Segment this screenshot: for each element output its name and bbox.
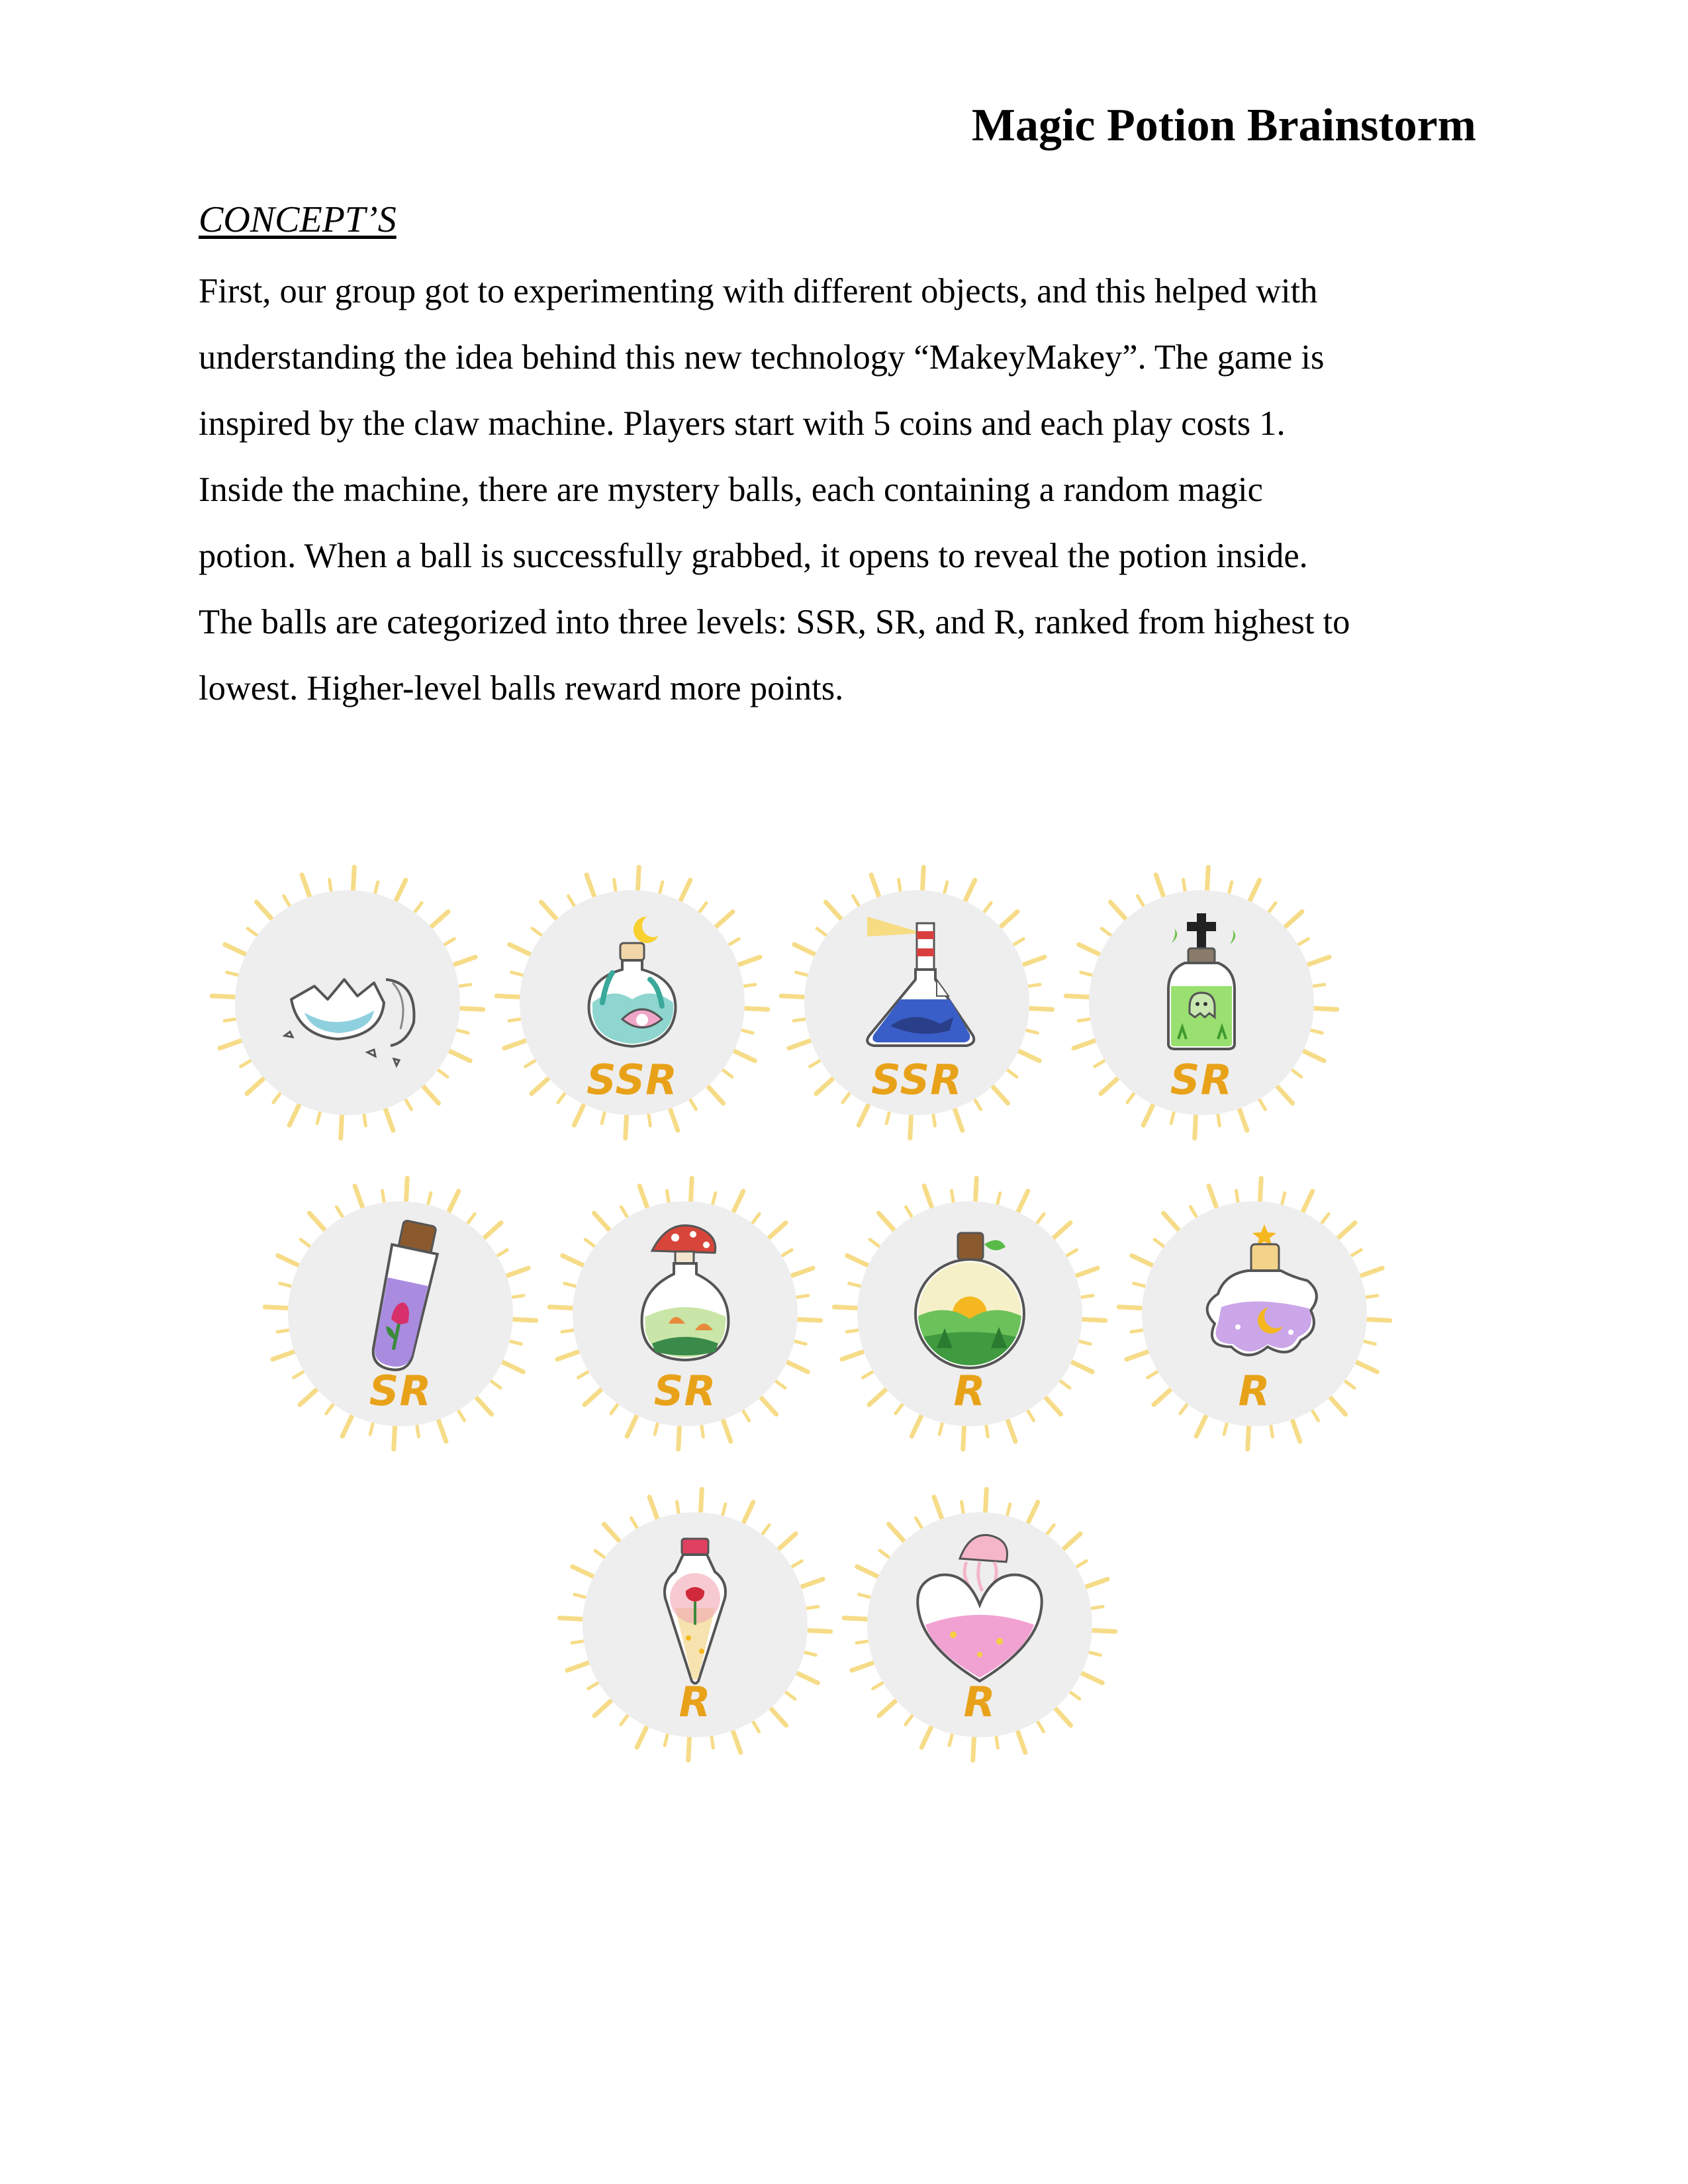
potion-badge: SSR xyxy=(778,864,1055,1142)
rank-label: R xyxy=(1238,1367,1271,1415)
potion-badge: R xyxy=(1116,1175,1393,1453)
rank-label: SR xyxy=(653,1367,717,1415)
rank-label: SR xyxy=(369,1367,432,1415)
potion-badge: R xyxy=(831,1175,1108,1453)
potion-badge xyxy=(209,864,486,1142)
rank-label: R xyxy=(953,1367,986,1415)
potion-badge: R xyxy=(841,1486,1118,1764)
potion-badge: R xyxy=(557,1486,833,1764)
potion-badge: SSR xyxy=(494,864,771,1142)
rank-label: R xyxy=(963,1678,996,1726)
rank-label: R xyxy=(679,1678,712,1726)
rank-label: SSR xyxy=(586,1056,678,1104)
rank-label: SSR xyxy=(871,1056,962,1104)
potion-badge: SR xyxy=(262,1175,539,1453)
broken-mystery-ball-icon xyxy=(209,864,486,1141)
potion-badge: SR xyxy=(547,1175,823,1453)
potion-badge-grid: SSR SSR SR SR SR R R R R xyxy=(0,0,1688,2184)
potion-badge: SR xyxy=(1063,864,1340,1142)
rank-label: SR xyxy=(1170,1056,1233,1104)
